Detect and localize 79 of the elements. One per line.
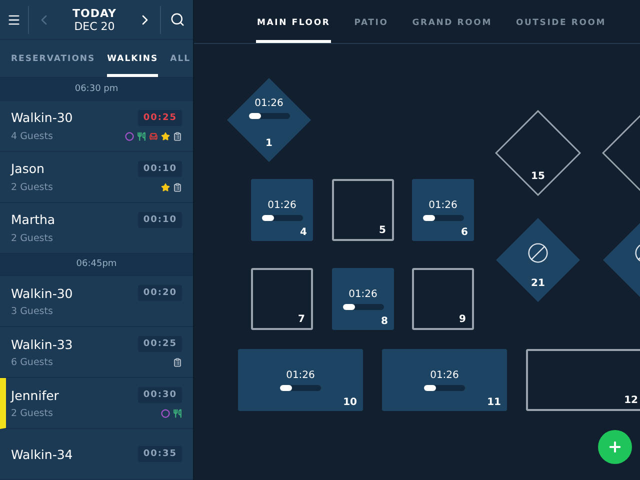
walkin-row[interactable]: Jennifer 00:30 2 Guests (0, 378, 193, 429)
room-tab[interactable]: MAIN FLOOR (256, 0, 332, 43)
party-size: 2 Guests (11, 182, 53, 193)
guest-name: Walkin-30 (11, 110, 73, 126)
chair-icon (149, 132, 158, 141)
circle-icon (161, 409, 170, 418)
plus-icon (607, 439, 623, 455)
clipboard-icon (173, 182, 182, 192)
list-tab[interactable]: RESERVATIONS (11, 40, 96, 78)
table-timer: 01:26 (286, 370, 315, 380)
floor-table[interactable]: 15 (495, 110, 581, 196)
table-number: 4 (300, 227, 307, 238)
add-button[interactable] (598, 430, 632, 464)
day-label: TODAY (72, 6, 116, 20)
table-number: 8 (381, 316, 388, 327)
wait-timer: 00:25 (138, 336, 182, 352)
table-timer: 01:26 (428, 200, 458, 210)
guest-name: Jennifer (11, 388, 59, 402)
wait-timer: 00:10 (138, 212, 182, 228)
party-size: 6 Guests (11, 357, 53, 368)
floor-table[interactable]: 5 (332, 179, 394, 241)
party-size: 2 Guests (11, 408, 53, 419)
guest-name: Walkin-30 (11, 286, 73, 300)
floor-table[interactable]: 9 (412, 268, 474, 330)
floor-table[interactable]: 01:26 11 (382, 349, 507, 411)
star-icon (161, 182, 170, 192)
utensils-icon (137, 132, 146, 141)
table-timer: 01:26 (268, 200, 296, 210)
wait-timer: 00:35 (138, 446, 182, 462)
wait-timer: 00:10 (138, 160, 182, 177)
time-group-header: 06:30 pm (0, 78, 193, 101)
table-number: 9 (459, 314, 466, 325)
room-tab[interactable]: OUTSIDE ROOM (514, 0, 608, 43)
wait-timer: 00:25 (138, 110, 182, 126)
table-timer: 01:26 (254, 98, 284, 108)
wait-timer: 00:20 (138, 285, 182, 301)
table-timer: 01:26 (348, 288, 378, 300)
table-number: 15 (530, 171, 546, 182)
table-number: 5 (379, 225, 386, 236)
floor-table[interactable]: 01:26 1 (226, 77, 312, 163)
floor-table[interactable]: 21 (495, 217, 581, 303)
table-number: 12 (624, 395, 638, 406)
table-number: 21 (530, 278, 546, 289)
guest-name: Jason (11, 161, 44, 176)
utensils-icon (173, 409, 182, 418)
table-number: 10 (343, 397, 357, 408)
wait-timer: 00:30 (138, 387, 182, 403)
clipboard-icon (173, 132, 182, 141)
star-icon (161, 132, 170, 141)
table-timer: 01:26 (430, 370, 459, 380)
walkin-row[interactable]: Jason 00:10 2 Guests (0, 152, 193, 203)
circle-icon (125, 132, 134, 141)
party-size: 2 Guests (11, 232, 53, 244)
date-label: DEC 20 (74, 20, 115, 33)
table-number: 11 (487, 397, 501, 408)
floor-table[interactable]: 01:26 8 (332, 268, 394, 330)
floor-table[interactable]: 7 (251, 268, 313, 330)
floor-table[interactable]: 01:26 10 (238, 349, 363, 411)
walkin-row[interactable]: Walkin-34 00:35 (0, 429, 193, 480)
room-tab[interactable]: PATIO (353, 0, 390, 43)
table-number: 6 (461, 227, 468, 238)
time-group-header: 06:45pm (0, 254, 193, 276)
floor-table[interactable]: 01:26 4 (251, 179, 313, 241)
blocked-icon (527, 242, 549, 264)
guest-name: Walkin-33 (11, 336, 73, 352)
floor-table[interactable]: 01:26 6 (412, 179, 474, 241)
walkin-row[interactable]: Walkin-33 00:25 6 Guests (0, 327, 193, 378)
walkin-row[interactable]: Walkin-30 00:25 4 Guests (0, 100, 193, 152)
floor-table[interactable]: 12 (526, 349, 640, 411)
clipboard-icon (173, 358, 182, 367)
guest-name: Martha (11, 212, 56, 228)
table-number: 1 (264, 138, 274, 149)
guest-name: Walkin-34 (11, 446, 73, 462)
party-size: 4 Guests (11, 130, 53, 142)
walkin-row[interactable]: Walkin-30 00:20 3 Guests (0, 276, 193, 327)
party-size: 3 Guests (11, 306, 53, 317)
table-number: 7 (298, 314, 305, 325)
list-tab[interactable]: ALL (170, 40, 191, 78)
room-tab[interactable]: GRAND ROOM (411, 0, 493, 43)
